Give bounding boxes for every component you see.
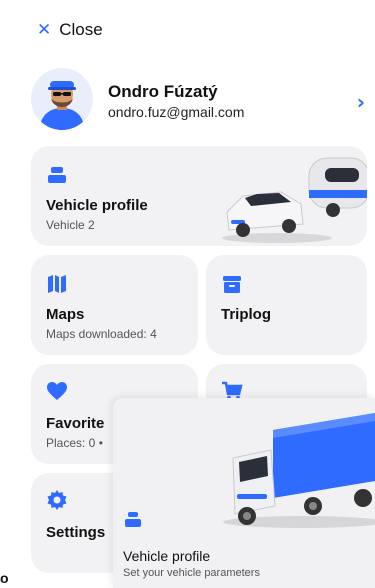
profile-email: ondro.fuz@gmail.com <box>108 104 245 120</box>
close-button[interactable]: ✕ Close <box>37 20 103 40</box>
vehicle-profile-preview[interactable]: Vehicle profile Set your vehicle paramet… <box>113 398 375 588</box>
profile-name: Ondro Fúzatý <box>108 82 218 101</box>
preview-title: Vehicle profile <box>123 548 211 564</box>
chevron-right-icon: › <box>356 90 365 114</box>
vehicle-profile-card[interactable]: Vehicle profile Vehicle 2 <box>31 146 367 246</box>
archive-box-icon <box>223 276 241 293</box>
close-label: Close <box>59 20 103 39</box>
favorites-title: Favorite <box>46 415 105 432</box>
truck-illustration <box>223 413 375 528</box>
vehicle-profile-subtitle: Vehicle 2 <box>46 218 95 232</box>
settings-title: Settings <box>46 524 106 541</box>
maps-subtitle: Maps downloaded: 4 <box>46 327 157 341</box>
map-icon <box>48 275 66 293</box>
menu-screen: ✕ Close Ondro Fúzatý ondro.fuz@gmail.com… <box>19 0 375 588</box>
profile-row[interactable]: Ondro Fúzatý ondro.fuz@gmail.com › <box>31 68 367 132</box>
avatar <box>31 68 93 130</box>
triplog-title: Triplog <box>221 306 271 323</box>
gear-icon <box>47 490 67 510</box>
vehicle-stack-icon <box>48 167 66 183</box>
maps-card[interactable]: Maps Maps downloaded: 4 <box>31 255 198 355</box>
edge-glyph: o <box>0 570 9 586</box>
vehicle-profile-title: Vehicle profile <box>46 197 148 214</box>
close-icon: ✕ <box>37 19 52 40</box>
car-caravan-illustration <box>222 157 367 243</box>
vehicle-stack-icon <box>125 512 141 527</box>
preview-subtitle: Set your vehicle parameters <box>123 567 260 579</box>
heart-icon <box>47 382 67 400</box>
avatar-illustration <box>31 68 93 130</box>
favorites-subtitle: Places: 0 • <box>46 436 103 450</box>
triplog-card[interactable]: Triplog <box>206 255 367 355</box>
maps-title: Maps <box>46 306 85 323</box>
